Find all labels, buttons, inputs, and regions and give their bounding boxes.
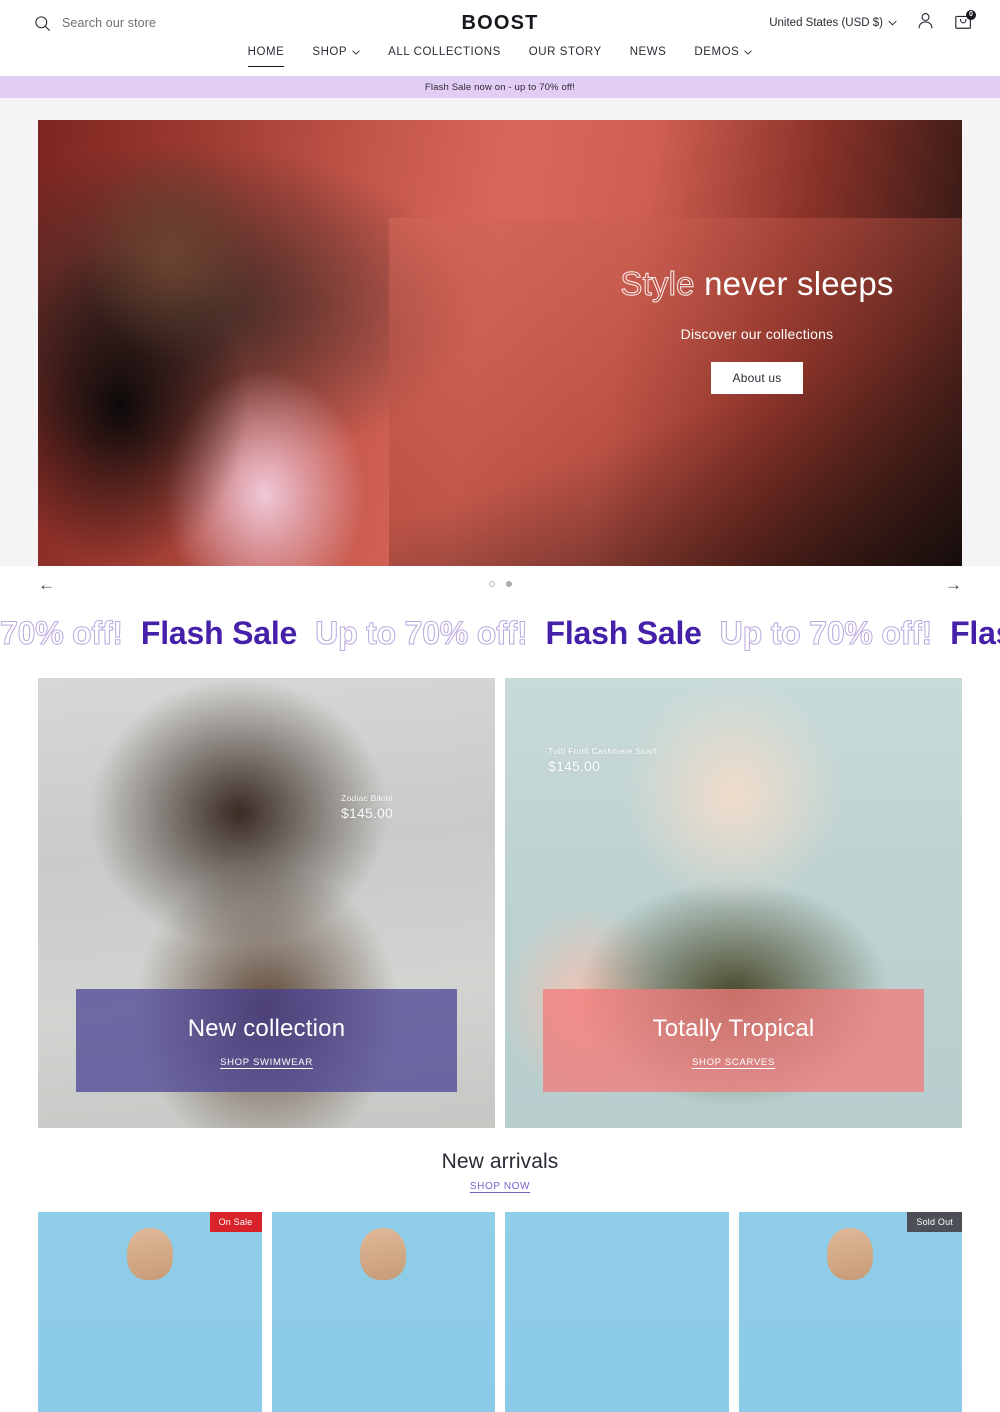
nav-item-demos[interactable]: DEMOS	[680, 46, 766, 67]
hero-section: Style never sleeps Discover our collecti…	[0, 98, 1000, 566]
collection-overlay: New collection SHOP SWIMWEAR	[76, 989, 457, 1092]
nav-item-news[interactable]: NEWS	[616, 46, 681, 67]
top-bar-right: United States (USD $) 0	[769, 9, 976, 36]
collection-overlay: Totally Tropical SHOP SCARVES	[543, 989, 924, 1092]
carousel-dot-2[interactable]	[505, 581, 512, 587]
collection-shop-link[interactable]: SHOP SWIMWEAR	[220, 1057, 313, 1068]
product-card[interactable]	[271, 1212, 495, 1412]
nav-label: NEWS	[629, 46, 667, 58]
new-arrivals-header: New arrivals SHOP NOW	[0, 1128, 1000, 1194]
nav-label: HOME	[247, 46, 285, 58]
nav-item-all-collections[interactable]: ALL COLLECTIONS	[374, 46, 515, 67]
nav-item-shop[interactable]: SHOP	[298, 46, 374, 67]
hero-slide[interactable]: Style never sleeps Discover our collecti…	[38, 120, 962, 566]
user-icon	[916, 11, 935, 35]
hero-title-outline: Style	[620, 265, 695, 303]
shop-now-link[interactable]: SHOP NOW	[470, 1181, 530, 1192]
cart-button[interactable]: 0	[954, 9, 976, 36]
account-button[interactable]	[916, 11, 935, 35]
status-badge: Sold Out	[907, 1212, 962, 1232]
product-card[interactable]: Sold Out	[738, 1212, 962, 1412]
nav-label: OUR STORY	[528, 46, 602, 58]
carousel-prev-arrow-icon[interactable]: ←	[38, 576, 55, 593]
search-input[interactable]: Search our store	[34, 15, 156, 32]
new-arrivals-title: New arrivals	[441, 1150, 559, 1173]
nav-item-our-story[interactable]: OUR STORY	[515, 46, 616, 67]
product-image	[827, 1228, 874, 1280]
hero-title: Style never sleeps	[592, 262, 922, 306]
marquee-segment: Flash Sale	[545, 615, 702, 651]
product-card[interactable]: On Sale	[38, 1212, 262, 1412]
hero-subtitle: Discover our collections	[680, 325, 834, 342]
status-badge: On Sale	[209, 1212, 262, 1232]
product-price: $145.00	[548, 758, 601, 774]
marquee-segment: Up to 70% off!	[719, 615, 933, 651]
product-image	[126, 1228, 173, 1280]
hero-about-us-button[interactable]: About us	[710, 361, 804, 394]
nav-label: DEMOS	[694, 46, 740, 58]
main-navigation: HOME SHOP ALL COLLECTIONS OUR STORY NEWS…	[0, 46, 1000, 76]
locale-selector[interactable]: United States (USD $)	[769, 17, 897, 29]
search-icon	[34, 15, 51, 32]
product-image	[360, 1228, 407, 1280]
carousel-dot-1[interactable]	[488, 581, 495, 587]
collection-card-new-collection[interactable]: Zodiac Bikini $145.00 New collection SHO…	[38, 678, 495, 1128]
product-hotspot-label[interactable]: Tutti Frutti Cashmere Scarf $145.00	[548, 746, 656, 774]
hero-title-rest: never sleeps	[694, 265, 894, 302]
locale-label: United States (USD $)	[769, 17, 883, 29]
carousel-controls: ← →	[0, 566, 1000, 602]
product-price: $145.00	[341, 805, 394, 821]
marquee-segment: Up to 70% off!	[315, 615, 528, 651]
cart-count-badge: 0	[966, 9, 976, 20]
flash-sale-marquee: 70% off! Flash Sale Up to 70% off! Flash…	[0, 602, 1000, 664]
collection-title: Totally Tropical	[652, 1015, 815, 1042]
product-grid: On Sale Sold Out	[0, 1194, 1000, 1412]
product-name: Zodiac Bikini	[341, 793, 393, 803]
announcement-bar: Flash Sale now on - up to 70% off!	[0, 76, 1000, 98]
marquee-segment: Flash Sal	[950, 615, 1000, 651]
collection-title: New collection	[187, 1015, 346, 1042]
collection-cards: Zodiac Bikini $145.00 New collection SHO…	[0, 664, 1000, 1128]
chevron-down-icon	[888, 17, 897, 29]
top-bar: Search our store BOOST United States (US…	[0, 0, 1000, 46]
carousel-dots	[0, 581, 1000, 587]
carousel-next-arrow-icon[interactable]: →	[945, 576, 962, 593]
collection-shop-link[interactable]: SHOP SCARVES	[692, 1057, 775, 1068]
chevron-down-icon	[744, 46, 752, 58]
product-card[interactable]	[505, 1212, 729, 1412]
marquee-segment: 70% off!	[0, 615, 124, 651]
nav-item-home[interactable]: HOME	[234, 46, 299, 67]
nav-label: ALL COLLECTIONS	[388, 46, 501, 58]
chevron-down-icon	[352, 46, 360, 58]
product-name: Tutti Frutti Cashmere Scarf	[548, 746, 657, 756]
announcement-text: Flash Sale now on - up to 70% off!	[424, 81, 576, 93]
marquee-segment: Flash Sale	[140, 615, 298, 651]
product-hotspot-label[interactable]: Zodiac Bikini $145.00	[341, 793, 393, 821]
collection-card-totally-tropical[interactable]: Tutti Frutti Cashmere Scarf $145.00 Tota…	[505, 678, 962, 1128]
hero-content: Style never sleeps Discover our collecti…	[592, 262, 922, 394]
nav-label: SHOP	[312, 46, 348, 58]
search-placeholder: Search our store	[62, 16, 157, 30]
